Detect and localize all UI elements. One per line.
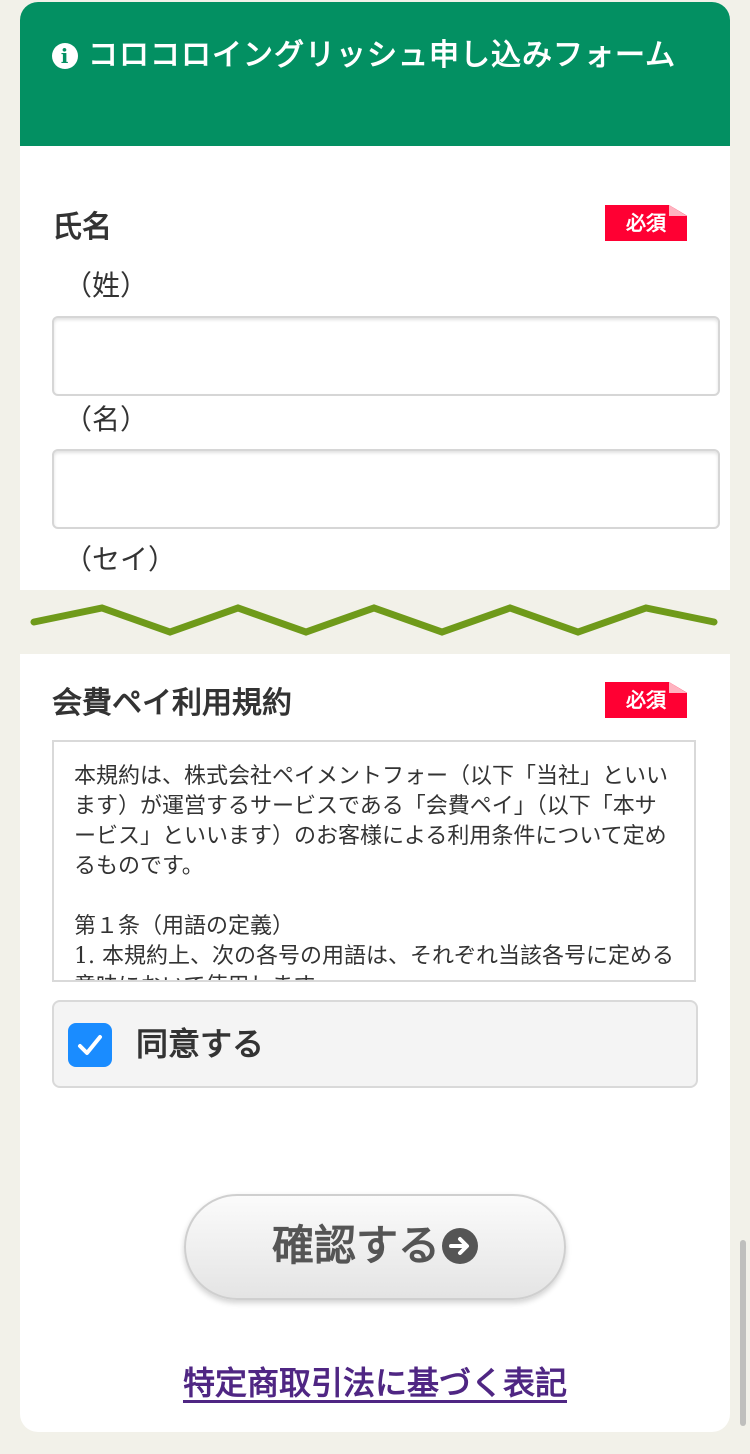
last-name-kana-label: （セイ）: [64, 543, 177, 576]
terms-article-title: 第１条（用語の定義）: [74, 914, 295, 939]
last-name-input[interactable]: [52, 316, 720, 396]
agree-label: 同意する: [136, 1025, 265, 1063]
zigzag-divider: [30, 604, 718, 636]
last-name-label: （姓）: [64, 269, 149, 302]
agree-option[interactable]: 同意する: [52, 1000, 698, 1088]
agree-checkbox[interactable]: [68, 1023, 112, 1067]
legal-notice-link[interactable]: 特定商取引法に基づく表記: [20, 1358, 730, 1404]
form-card-top: i コロコロイングリッシュ申し込みフォーム 氏名 必須 （姓） （名） （セイ）: [20, 2, 730, 590]
first-name-input[interactable]: [52, 449, 720, 529]
confirm-button-label: 確認する: [271, 1221, 440, 1270]
form-title: コロコロイングリッシュ申し込みフォーム: [88, 38, 677, 73]
form-header: i コロコロイングリッシュ申し込みフォーム: [20, 2, 730, 146]
checkmark-icon: [78, 1035, 102, 1055]
page-scrollbar[interactable]: [740, 1240, 746, 1426]
first-name-label: （名）: [64, 403, 149, 436]
form-card-bottom: 会費ペイ利用規約 必須 本規約は、株式会社ペイメントフォー（以下「当社」といいま…: [20, 654, 730, 1432]
name-field-label: 氏名: [52, 210, 112, 245]
terms-field-label: 会費ペイ利用規約: [52, 686, 292, 721]
terms-paragraph: 本規約は、株式会社ペイメントフォー（以下「当社」といいます）が運営するサービスで…: [74, 764, 669, 879]
info-circle-icon: i: [52, 43, 78, 69]
terms-article-item: 1. 本規約上、次の各号の用語は、それぞれ当該各号に定める意味において使用します…: [74, 944, 674, 980]
confirm-button[interactable]: 確認する: [184, 1194, 566, 1300]
arrow-right-circle-icon: [442, 1228, 478, 1264]
name-required-badge: 必須: [605, 205, 687, 241]
terms-scroll-box[interactable]: 本規約は、株式会社ペイメントフォー（以下「当社」といいます）が運営するサービスで…: [52, 740, 696, 982]
terms-required-badge: 必須: [605, 682, 687, 718]
